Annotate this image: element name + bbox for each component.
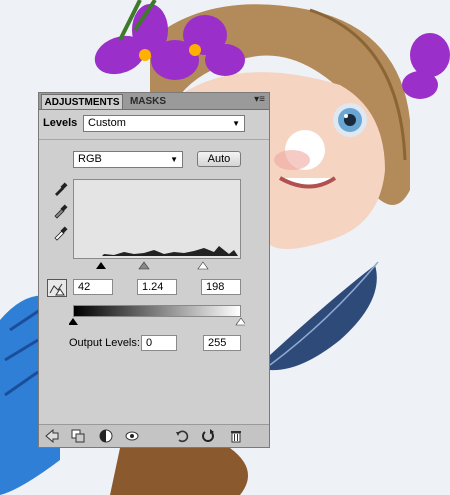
gray-point-eyedropper-icon[interactable] (52, 203, 68, 219)
preset-value: Custom (88, 117, 126, 129)
black-point-eyedropper-icon[interactable] (52, 181, 68, 197)
histogram-graph (102, 246, 238, 256)
panel-bottom-toolbar (39, 424, 269, 447)
input-levels-slider[interactable] (73, 261, 241, 271)
expand-view-icon[interactable] (71, 429, 85, 443)
black-point-slider[interactable] (96, 262, 106, 269)
back-arrow-icon[interactable] (45, 429, 59, 443)
output-levels-slider[interactable] (69, 317, 245, 327)
gamma-slider[interactable] (138, 261, 150, 270)
channel-dropdown[interactable]: RGB ▼ (73, 151, 183, 168)
output-black-slider[interactable] (69, 318, 78, 325)
previous-state-icon[interactable] (175, 429, 189, 443)
auto-button[interactable]: Auto (197, 151, 241, 167)
panel-tab-bar: ADJUSTMENTS MASKS ▾≡ (39, 93, 269, 110)
output-gradient-bar (73, 305, 241, 317)
preset-dropdown[interactable]: Custom ▼ (83, 115, 245, 132)
tab-masks[interactable]: MASKS (125, 94, 171, 109)
eye-icon[interactable] (125, 429, 139, 443)
histogram (73, 179, 241, 259)
output-levels-label: Output Levels: (69, 337, 140, 349)
chevron-down-icon: ▼ (170, 155, 178, 164)
clip-to-layer-icon[interactable] (99, 429, 113, 443)
reset-icon[interactable] (201, 429, 215, 443)
output-white-slider[interactable] (235, 317, 245, 326)
input-gamma-field[interactable]: 1.24 (137, 279, 177, 295)
trash-icon[interactable] (229, 429, 243, 443)
channel-value: RGB (78, 153, 102, 165)
adjustments-panel: ADJUSTMENTS MASKS ▾≡ Levels Custom ▼ RGB… (38, 92, 270, 448)
white-point-eyedropper-icon[interactable] (52, 225, 68, 241)
tab-adjustments[interactable]: ADJUSTMENTS (41, 94, 123, 109)
adjustment-title: Levels (43, 117, 78, 129)
output-black-field[interactable]: 0 (141, 335, 177, 351)
clipping-warning-icon[interactable] (47, 279, 67, 297)
input-white-field[interactable]: 198 (201, 279, 241, 295)
input-black-field[interactable]: 42 (73, 279, 113, 295)
white-point-slider[interactable] (197, 261, 209, 270)
output-white-field[interactable]: 255 (203, 335, 241, 351)
divider (39, 139, 269, 140)
panel-menu-icon[interactable]: ▾≡ (254, 94, 265, 105)
chevron-down-icon: ▼ (232, 119, 240, 128)
